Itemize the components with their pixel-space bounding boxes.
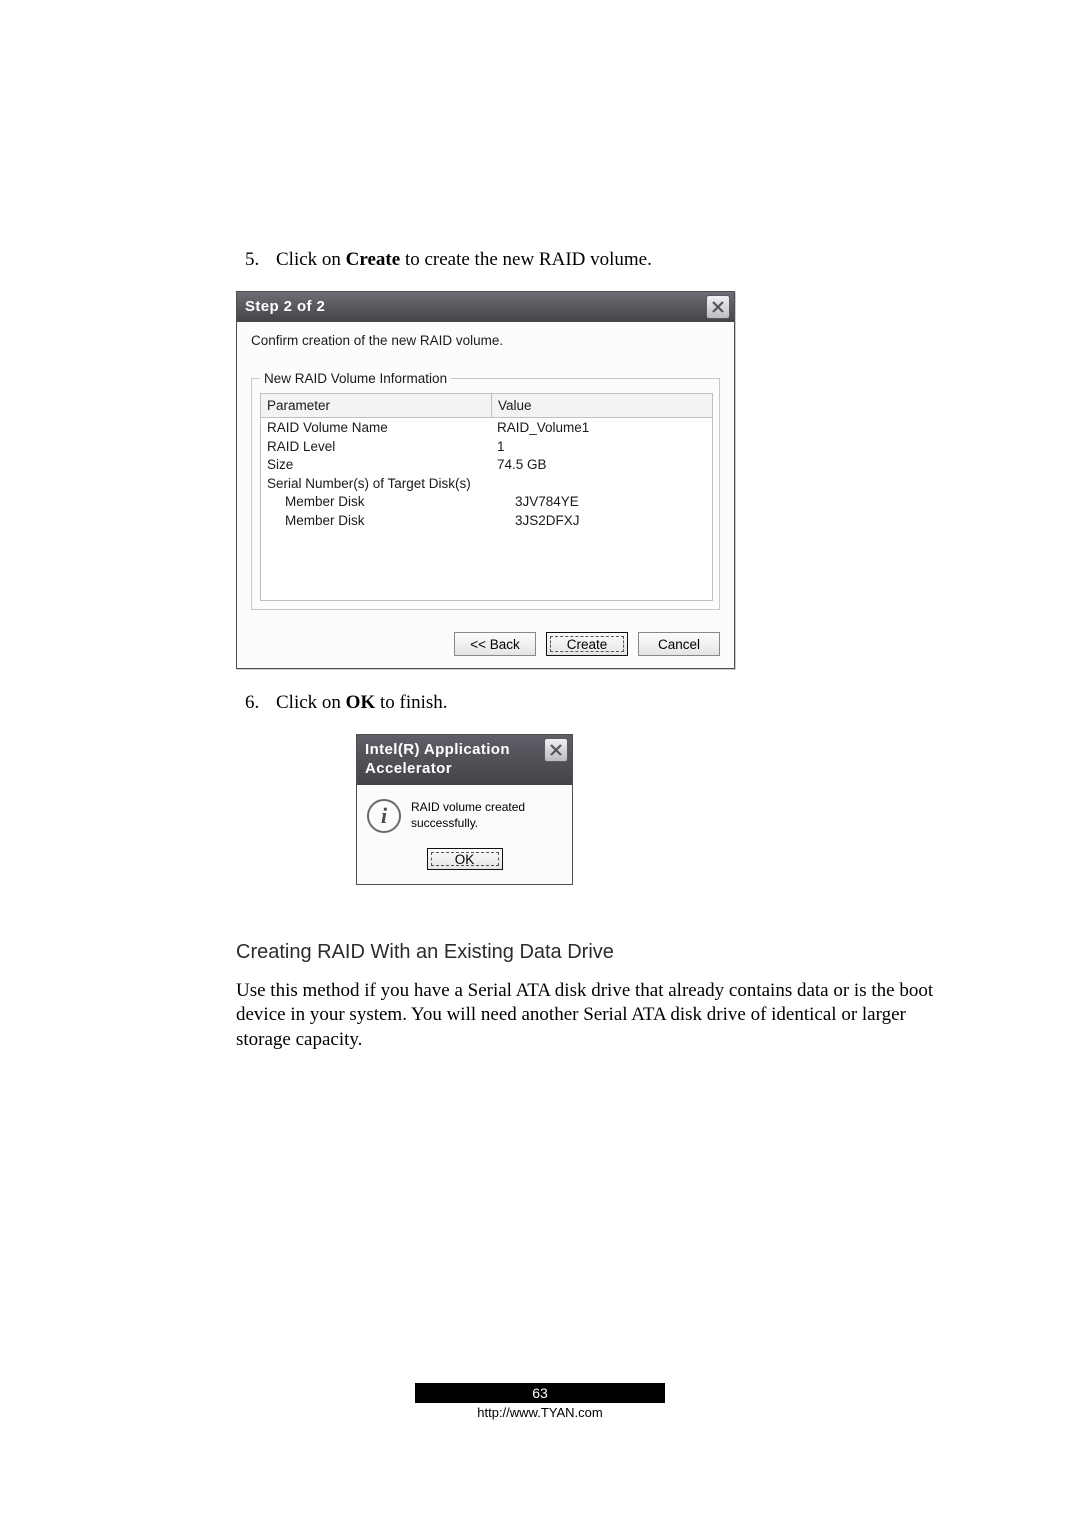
dialog-titlebar: Step 2 of 2 bbox=[237, 292, 734, 323]
section-heading: Creating RAID With an Existing Data Driv… bbox=[236, 939, 942, 965]
dialog-subtitle: Confirm creation of the new RAID volume. bbox=[251, 332, 720, 350]
table-row: Member Disk3JV784YE bbox=[261, 492, 712, 511]
step5-post: to create the new RAID volume. bbox=[400, 249, 652, 270]
cell-param: Serial Number(s) of Target Disk(s) bbox=[261, 474, 491, 493]
close-icon bbox=[550, 744, 562, 756]
success-message: RAID volume created successfully. bbox=[411, 800, 562, 831]
fieldset-legend: New RAID Volume Information bbox=[260, 370, 451, 388]
cell-param: RAID Volume Name bbox=[261, 418, 491, 437]
instruction-step-6: Click on OK to finish. bbox=[264, 691, 942, 716]
footer-url: http://www.TYAN.com bbox=[477, 1405, 602, 1422]
cancel-button[interactable]: Cancel bbox=[638, 632, 720, 656]
dialog2-titlebar: Intel(R) Application Accelerator bbox=[357, 735, 572, 785]
dialog-title: Step 2 of 2 bbox=[245, 298, 325, 315]
step5-bold: Create bbox=[346, 249, 401, 270]
page-number: 63 bbox=[415, 1383, 665, 1403]
step6-post: to finish. bbox=[375, 692, 447, 713]
cell-param: Member Disk bbox=[261, 511, 509, 530]
table-header: Parameter Value bbox=[261, 394, 712, 419]
cell-value: 3JS2DFXJ bbox=[509, 511, 712, 530]
back-button[interactable]: << Back bbox=[454, 632, 536, 656]
close-button[interactable] bbox=[706, 295, 730, 319]
step5-pre: Click on bbox=[276, 249, 346, 270]
step6-bold: OK bbox=[346, 692, 376, 713]
section-paragraph: Use this method if you have a Serial ATA… bbox=[236, 979, 942, 1053]
col-parameter: Parameter bbox=[261, 394, 492, 418]
raid-info-fieldset: New RAID Volume Information Parameter Va… bbox=[251, 378, 720, 611]
table-row: RAID Volume NameRAID_Volume1 bbox=[261, 418, 712, 437]
dialog2-title: Intel(R) Application Accelerator bbox=[365, 741, 510, 778]
create-button[interactable]: Create bbox=[546, 632, 628, 656]
table-row: Member Disk3JS2DFXJ bbox=[261, 511, 712, 530]
step2-dialog: Step 2 of 2 Confirm creation of the new … bbox=[236, 291, 735, 670]
cell-value: 3JV784YE bbox=[509, 492, 712, 511]
cell-value: 74.5 GB bbox=[491, 455, 712, 474]
close-icon bbox=[712, 301, 724, 313]
cell-param: RAID Level bbox=[261, 437, 491, 456]
ok-button[interactable]: OK bbox=[427, 848, 503, 870]
table-row: Serial Number(s) of Target Disk(s) bbox=[261, 474, 712, 493]
info-icon: i bbox=[367, 799, 401, 833]
instruction-step-5: Click on Create to create the new RAID v… bbox=[264, 248, 942, 273]
cell-value: 1 bbox=[491, 437, 712, 456]
cell-value bbox=[491, 474, 712, 493]
raid-info-table: Parameter Value RAID Volume NameRAID_Vol… bbox=[260, 393, 713, 602]
col-value: Value bbox=[492, 394, 712, 418]
table-row: Size74.5 GB bbox=[261, 455, 712, 474]
cell-value: RAID_Volume1 bbox=[491, 418, 712, 437]
step6-pre: Click on bbox=[276, 692, 346, 713]
cell-param: Member Disk bbox=[261, 492, 509, 511]
close-button-2[interactable] bbox=[544, 738, 568, 762]
cell-param: Size bbox=[261, 455, 491, 474]
table-row: RAID Level1 bbox=[261, 437, 712, 456]
intel-accelerator-dialog: Intel(R) Application Accelerator i RAID … bbox=[356, 734, 573, 885]
